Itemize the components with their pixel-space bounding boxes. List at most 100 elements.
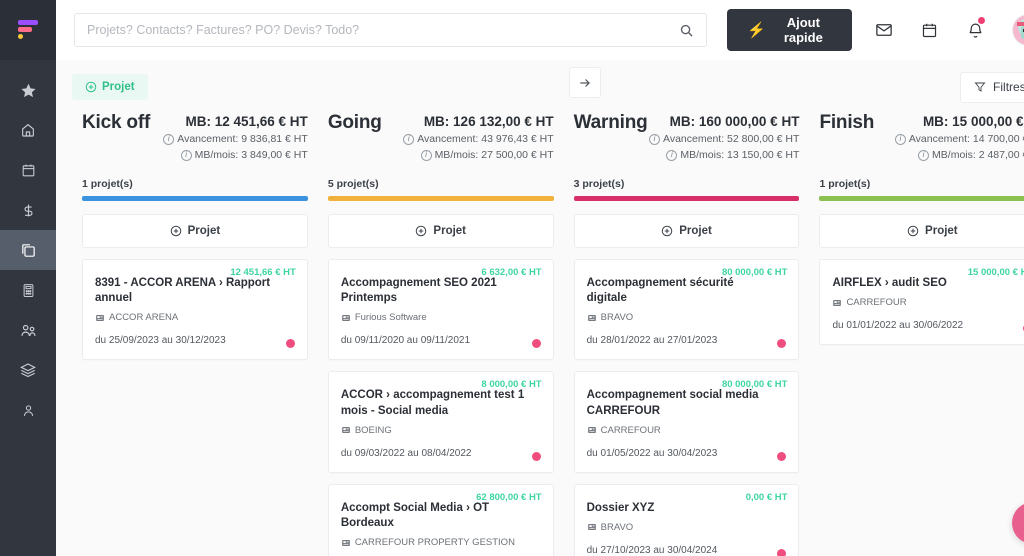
bolt-icon: ⚡ — [747, 21, 766, 39]
sidebar-item-home[interactable] — [0, 110, 56, 150]
filters-button[interactable]: Filtres ▾ — [960, 71, 1024, 103]
funnel-icon — [974, 82, 986, 92]
column-mb-mois: i MB/mois: 13 150,00 € HT — [649, 149, 799, 161]
board-toolbar: Projet Filtres ▾ — [56, 60, 1024, 106]
bell-icon[interactable] — [962, 13, 990, 47]
column-mb-mois-value: MB/mois: 3 849,00 € HT — [194, 149, 308, 161]
column-avancement-value: Avancement: 52 800,00 € HT — [663, 133, 800, 145]
plus-circle-icon — [170, 225, 182, 237]
card-company-name: CARREFOUR PROPERTY GESTION — [354, 537, 515, 549]
card-company: BOEING — [341, 425, 541, 436]
content-area: Projet Filtres ▾ Kick off MB: 12 451,66 €… — [56, 60, 1024, 556]
card-title: Accompagnement SEO 2021 Printemps — [340, 277, 497, 305]
add-project-chip-label: Projet — [102, 81, 135, 93]
sidebar-item-planning[interactable] — [0, 150, 56, 190]
info-icon[interactable]: i — [420, 149, 432, 161]
column-avancement-value: Avancement: 9 836,81 € HT — [177, 133, 308, 145]
card-dates: du 25/09/2023 au 30/12/2023 — [95, 335, 226, 347]
notification-badge — [977, 17, 985, 24]
column-mb-mois: i MB/mois: 27 500,00 € HT — [403, 149, 554, 161]
arrow-right-icon — [580, 78, 590, 87]
project-card[interactable]: 15 000,00 € HT AIRFLEX › audit SEO CARREFO… — [819, 259, 1024, 346]
search-input[interactable] — [87, 23, 679, 37]
filters-label: Filtres — [993, 80, 1024, 94]
project-card[interactable]: 12 451,66 € HT 8391 - ACCOR ARENA › Rappo… — [82, 259, 308, 361]
add-project-chip[interactable]: Projet — [72, 74, 148, 100]
card-title: 8391 - ACCOR ARENA › Rapport annuel — [95, 277, 271, 305]
info-icon[interactable]: i — [649, 133, 661, 145]
column-mb: MB: 15 000,00 € HT — [922, 114, 1024, 129]
card-amount: 80 000,00 € HT — [721, 267, 788, 278]
sidebar-item-profile[interactable] — [0, 390, 56, 430]
column-avancement: i Avancement: 43 976,43 € HT — [403, 133, 554, 145]
mail-icon[interactable] — [870, 13, 898, 47]
sidebar-item-projects[interactable] — [0, 230, 56, 270]
column-header: Kick off MB: 12 451,66 € HT i Avancement: 9… — [82, 106, 308, 161]
avatar — [1011, 14, 1024, 46]
card-title: Dossier XYZ — [586, 501, 655, 514]
card-status-dot — [285, 339, 295, 349]
column-avancement: i Avancement: 52 800,00 € HT — [649, 133, 799, 145]
project-card[interactable]: 62 800,00 € HT Accompt Social Media › OT … — [327, 483, 554, 556]
info-icon[interactable]: i — [403, 133, 415, 145]
app-logo[interactable] — [0, 0, 56, 60]
card-amount: 15 000,00 € HT — [967, 267, 1024, 278]
column-header: FinishMB: 15 000,00 € HTiAvancement: 14 … — [819, 106, 1024, 161]
project-card[interactable]: 6 632,00 € HT Accompagnement SEO 2021 Pri… — [327, 259, 554, 361]
sidebar-item-resources[interactable] — [0, 350, 56, 390]
project-card[interactable]: 80 000,00 € HT Accompagnement social medi… — [573, 371, 800, 473]
card-title: AIRFLEX › audit SEO — [832, 277, 947, 289]
sidebar-item-favorites[interactable] — [0, 70, 56, 110]
column-project-count: 1 projet(s) — [82, 178, 133, 190]
column-color-bar — [82, 196, 308, 201]
sidebar-item-accounting[interactable] — [0, 270, 56, 310]
column-avancement: i Avancement: 9 836,81 € HT — [163, 133, 308, 145]
card-amount: 0,00 € HT — [745, 491, 788, 503]
card-dates: du 09/03/2022 au 08/04/2022 — [340, 447, 472, 459]
column-color-bar — [819, 196, 1024, 201]
user-menu[interactable]: ▾ — [1011, 14, 1024, 46]
column-title: Kick off — [82, 112, 151, 133]
collapse-arrow-button[interactable] — [569, 67, 601, 98]
info-icon[interactable]: i — [918, 149, 930, 161]
project-card[interactable]: 0,00 € HT Dossier XYZ BRAVO du 27/10/2023 a… — [573, 483, 800, 556]
info-icon[interactable]: i — [163, 133, 175, 145]
sidebar-item-finance[interactable] — [0, 190, 56, 230]
home-icon — [20, 122, 36, 138]
add-project-card-button[interactable]: Projet — [82, 214, 308, 248]
card-company: CARREFOUR PROPERTY GESTION — [341, 537, 541, 548]
card-amount: 12 451,66 € HT — [230, 267, 296, 278]
search-icon[interactable] — [679, 23, 694, 38]
card-amount: 62 800,00 € HT — [476, 491, 542, 503]
card-title: Accompagnement social media CARREFOUR — [586, 389, 759, 417]
company-icon — [341, 538, 351, 548]
card-dates: du 09/11/2020 au 09/11/2021 — [340, 335, 471, 347]
add-project-card-label: Projet — [187, 225, 221, 237]
column-mb: MB: 160 000,00 € HT — [669, 114, 800, 129]
search-field[interactable] — [74, 13, 707, 47]
column-avancement-value: Avancement: 14 700,00 € HT — [908, 133, 1024, 145]
card-company: Furious Software — [341, 312, 541, 323]
sidebar-nav-list — [0, 60, 56, 430]
quick-add-button[interactable]: ⚡ Ajout rapide — [727, 9, 852, 51]
calendar-icon[interactable] — [916, 13, 944, 47]
card-company-name: CARREFOUR — [600, 424, 661, 436]
person-icon — [21, 403, 36, 418]
plus-circle-icon — [661, 225, 673, 237]
card-status-dot — [777, 339, 787, 349]
company-icon — [587, 522, 597, 532]
info-icon[interactable]: i — [180, 149, 192, 161]
add-project-card-button[interactable]: Projet — [819, 214, 1024, 248]
card-amount: 8 000,00 € HT — [481, 379, 542, 391]
column-mb-mois: iMB/mois: 2 487,00 € HT — [895, 149, 1024, 161]
add-project-card-button[interactable]: Projet — [327, 214, 554, 248]
add-project-card-button[interactable]: Projet — [573, 214, 800, 248]
project-card[interactable]: 8 000,00 € HT ACCOR › accompagnement test… — [327, 371, 554, 473]
column-project-count: 1 projet(s) — [819, 178, 871, 190]
info-icon[interactable]: i — [894, 133, 906, 145]
company-icon — [587, 425, 597, 435]
info-icon[interactable]: i — [666, 149, 678, 161]
project-card[interactable]: 80 000,00 € HT Accompagnement sécurité di… — [573, 259, 800, 361]
sidebar-item-contacts[interactable] — [0, 310, 56, 350]
calculator-icon — [21, 283, 36, 298]
